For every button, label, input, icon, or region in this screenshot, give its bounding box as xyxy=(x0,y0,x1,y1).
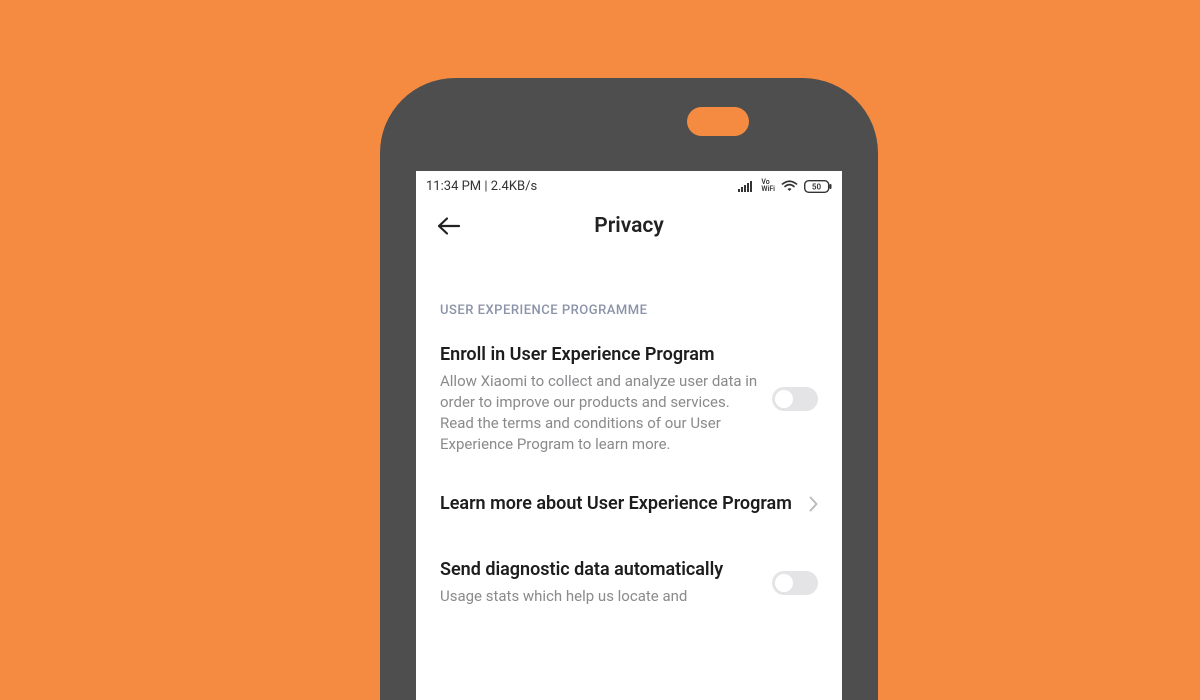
status-speed: 2.4KB/s xyxy=(491,179,537,194)
signal-icon xyxy=(738,180,755,192)
svg-text:50: 50 xyxy=(812,182,822,191)
back-button[interactable] xyxy=(434,211,464,241)
phone-speaker xyxy=(687,107,749,136)
setting-item-learn-more[interactable]: Learn more about User Experience Program xyxy=(416,471,842,538)
setting-text: Send diagnostic data automatically Usage… xyxy=(440,559,760,607)
status-left: 11:34 PM | 2.4KB/s xyxy=(426,179,537,194)
setting-desc: Allow Xiaomi to collect and analyze user… xyxy=(440,371,760,455)
setting-control xyxy=(772,571,818,595)
setting-title: Enroll in User Experience Program xyxy=(440,344,760,367)
setting-control xyxy=(772,387,818,411)
setting-text: Learn more about User Experience Program xyxy=(440,493,797,516)
setting-title: Learn more about User Experience Program xyxy=(440,493,797,516)
arrow-left-icon xyxy=(436,216,462,236)
wifi-icon xyxy=(781,180,798,192)
setting-title: Send diagnostic data automatically xyxy=(440,559,760,582)
chevron-right-icon xyxy=(809,496,818,512)
toggle-enroll[interactable] xyxy=(772,387,818,411)
battery-icon: 50 xyxy=(804,180,832,193)
status-right: Vo WiFi 50 xyxy=(738,179,832,193)
setting-item-enroll[interactable]: Enroll in User Experience Program Allow … xyxy=(416,330,842,471)
status-time: 11:34 PM xyxy=(426,179,481,194)
phone-screen: 11:34 PM | 2.4KB/s Vo WiFi xyxy=(416,171,842,700)
status-bar: 11:34 PM | 2.4KB/s Vo WiFi xyxy=(416,171,842,201)
setting-item-diagnostic[interactable]: Send diagnostic data automatically Usage… xyxy=(416,537,842,623)
page-title: Privacy xyxy=(594,214,664,238)
vowifi-icon: Vo WiFi xyxy=(761,179,775,193)
setting-desc: Usage stats which help us locate and xyxy=(440,586,760,607)
setting-control xyxy=(809,496,818,512)
toggle-diagnostic[interactable] xyxy=(772,571,818,595)
setting-text: Enroll in User Experience Program Allow … xyxy=(440,344,760,455)
section-header: USER EXPERIENCE PROGRAMME xyxy=(416,251,842,330)
phone-frame: 11:34 PM | 2.4KB/s Vo WiFi xyxy=(380,78,878,700)
page-header: Privacy xyxy=(416,201,842,251)
